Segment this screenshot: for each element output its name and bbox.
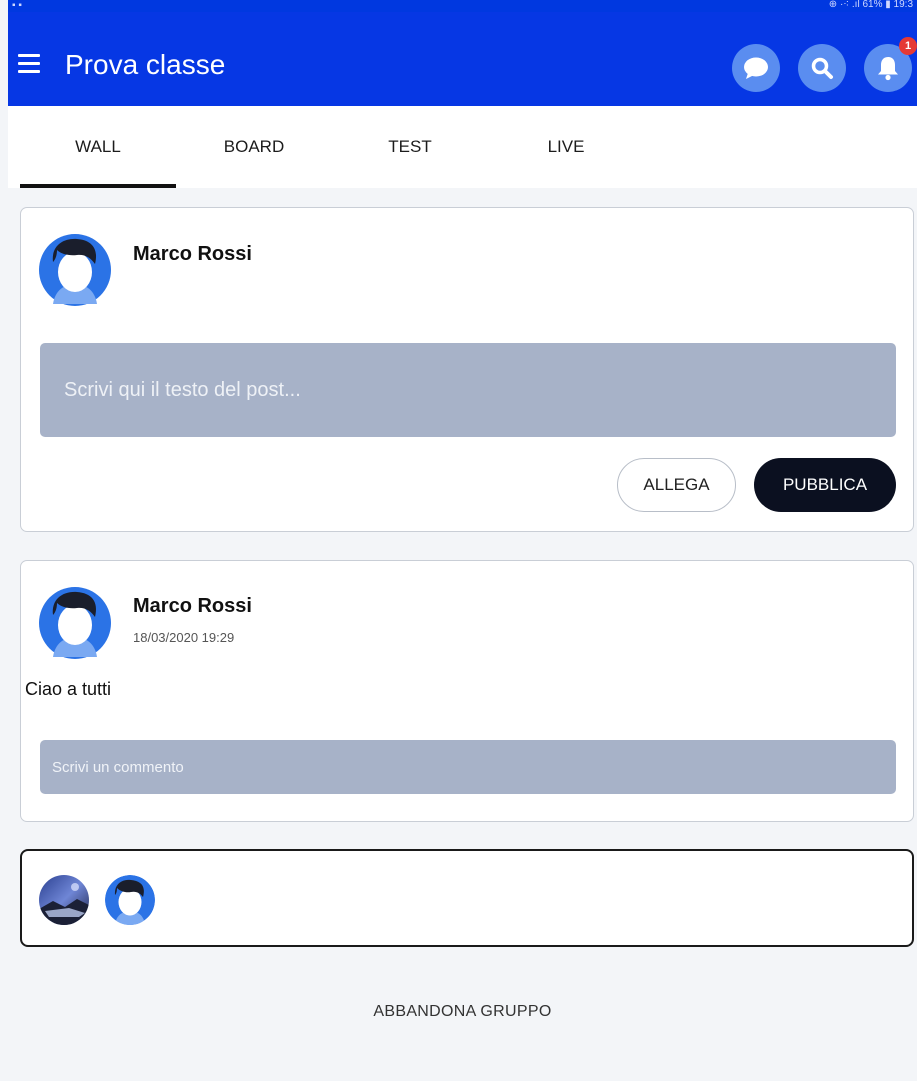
post-body-text: Ciao a tutti: [25, 679, 112, 699]
post-card: Marco Rossi 18/03/2020 19:29 Ciao a tutt…: [20, 560, 914, 822]
app-screen: ▪ ▪ ⊕ ·⁖ .ıl 61% ▮ 19:3 Prova classe 1 W…: [8, 0, 917, 1081]
app-bar: Prova classe 1: [8, 12, 917, 106]
default-user-avatar[interactable]: [105, 875, 155, 925]
chat-button[interactable]: [732, 44, 780, 92]
status-bar: ▪ ▪ ⊕ ·⁖ .ıl 61% ▮ 19:3: [8, 0, 917, 12]
leave-group-button[interactable]: ABBANDONA GRUPPO: [8, 1003, 917, 1021]
tab-bar: WALL BOARD TEST LIVE: [8, 106, 917, 188]
publish-button[interactable]: PUBBLICA: [754, 458, 896, 512]
post-author-name: Marco Rossi: [133, 595, 252, 617]
group-members-card: [20, 849, 914, 947]
post-date: 18/03/2020 19:29: [133, 630, 235, 645]
tab-test[interactable]: TEST: [332, 106, 488, 188]
tab-board[interactable]: BOARD: [176, 106, 332, 188]
default-user-avatar: [39, 234, 111, 306]
landscape-photo-avatar[interactable]: [39, 875, 89, 925]
default-user-avatar: [39, 587, 111, 659]
attach-button[interactable]: ALLEGA: [617, 458, 736, 512]
bell-icon: [878, 57, 898, 81]
menu-icon[interactable]: [18, 52, 44, 74]
composer-user-name: Marco Rossi: [133, 243, 252, 265]
comment-input[interactable]: [40, 740, 896, 794]
landscape-photo-icon: [39, 875, 89, 925]
status-right-info: ⊕ ·⁖ .ıl 61% ▮ 19:3: [828, 0, 913, 10]
tab-wall[interactable]: WALL: [20, 106, 176, 188]
chat-bubble-icon: [744, 57, 768, 79]
post-composer-card: Marco Rossi ALLEGA PUBBLICA: [20, 207, 914, 532]
tab-live[interactable]: LIVE: [488, 106, 644, 188]
post-text-input[interactable]: [40, 343, 896, 437]
status-left-icons: ▪ ▪: [12, 0, 22, 11]
search-button[interactable]: [798, 44, 846, 92]
search-icon: [811, 57, 833, 79]
active-tab-indicator: [20, 184, 176, 188]
page-title: Prova classe: [65, 49, 226, 80]
notification-badge: 1: [899, 37, 917, 55]
